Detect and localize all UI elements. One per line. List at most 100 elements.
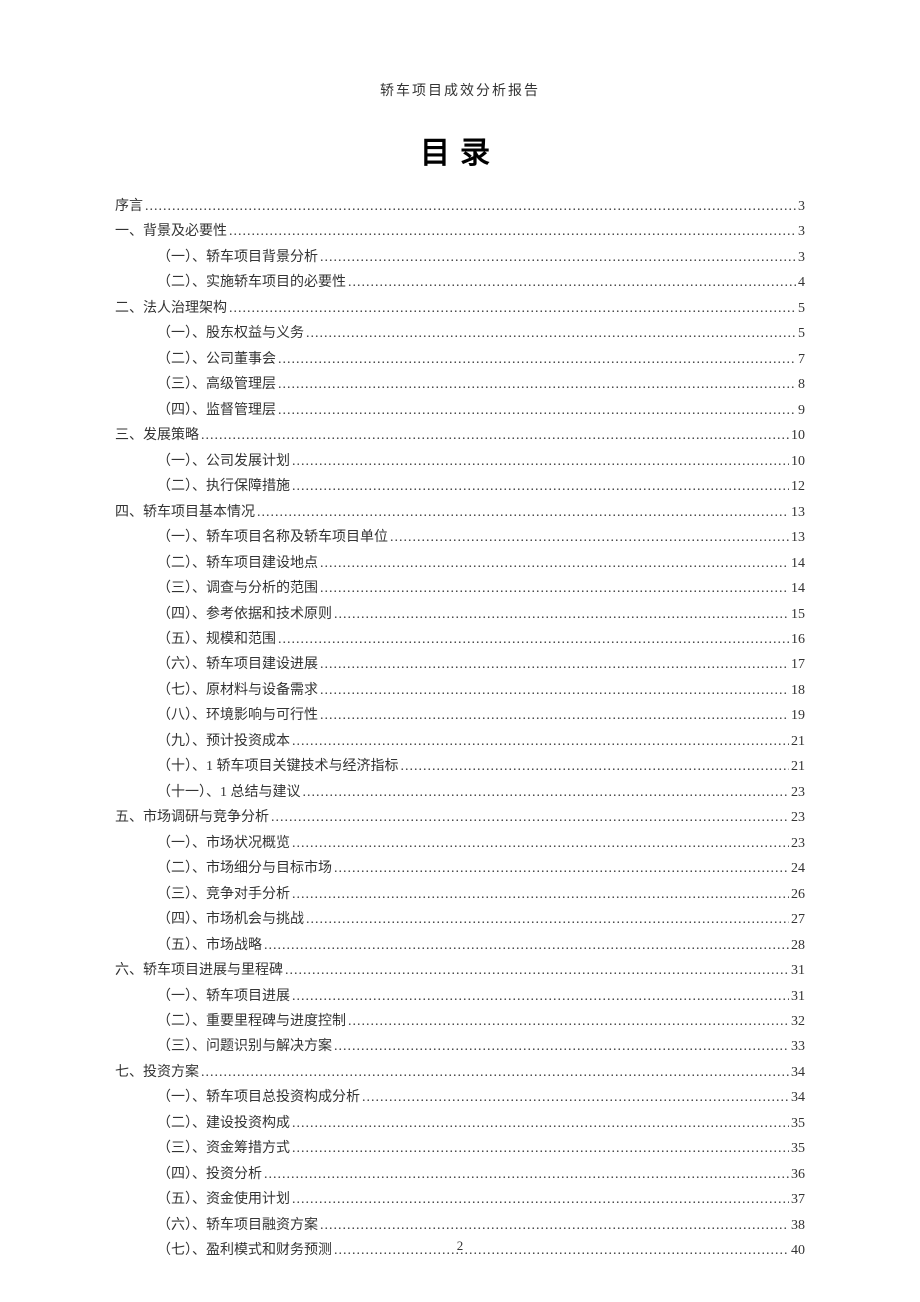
toc-entry-page: 10 bbox=[791, 449, 805, 474]
toc-leader-dots bbox=[390, 525, 789, 550]
toc-leader-dots bbox=[320, 245, 796, 270]
toc-entry-page: 34 bbox=[791, 1060, 805, 1085]
page-container: 轿车项目成效分析报告 目录 序言3一、背景及必要性3（一）、轿车项目背景分析3（… bbox=[0, 0, 920, 1264]
toc-entry[interactable]: 四、轿车项目基本情况13 bbox=[115, 500, 805, 525]
toc-leader-dots bbox=[320, 703, 789, 728]
toc-entry[interactable]: （三）、调查与分析的范围14 bbox=[115, 576, 805, 601]
toc-entry-page: 19 bbox=[791, 703, 805, 728]
toc-entry[interactable]: （二）、重要里程碑与进度控制 32 bbox=[115, 1009, 805, 1034]
toc-entry[interactable]: （十）、1 轿车项目关键技术与经济指标21 bbox=[115, 754, 805, 779]
toc-entry[interactable]: （四）、市场机会与挑战27 bbox=[115, 907, 805, 932]
toc-entry[interactable]: （六）、轿车项目融资方案38 bbox=[115, 1213, 805, 1238]
toc-leader-dots bbox=[334, 602, 789, 627]
toc-leader-dots bbox=[401, 754, 790, 779]
toc-leader-dots bbox=[292, 1111, 789, 1136]
toc-entry-label: （六）、轿车项目建设进展 bbox=[157, 652, 318, 677]
toc-entry-label: （二）、执行保障措施 bbox=[157, 474, 290, 499]
toc-entry[interactable]: （三）、问题识别与解决方案33 bbox=[115, 1034, 805, 1059]
toc-entry-page: 16 bbox=[791, 627, 805, 652]
toc-entry[interactable]: 二、法人治理架构5 bbox=[115, 296, 805, 321]
toc-entry-label: （一）、轿车项目名称及轿车项目单位 bbox=[157, 525, 388, 550]
toc-entry-page: 3 bbox=[798, 194, 805, 219]
toc-leader-dots bbox=[278, 347, 796, 372]
toc-entry[interactable]: （四）、监督管理层9 bbox=[115, 398, 805, 423]
toc-entry-page: 31 bbox=[791, 958, 805, 983]
toc-entry[interactable]: （四）、参考依据和技术原则15 bbox=[115, 602, 805, 627]
toc-entry[interactable]: （十一）、1 总结与建议23 bbox=[115, 780, 805, 805]
toc-leader-dots bbox=[285, 958, 789, 983]
toc-entry[interactable]: （一）、轿车项目名称及轿车项目单位13 bbox=[115, 525, 805, 550]
toc-entry[interactable]: 五、市场调研与竞争分析 23 bbox=[115, 805, 805, 830]
toc-leader-dots bbox=[303, 780, 790, 805]
toc-entry-page: 14 bbox=[791, 551, 805, 576]
toc-entry[interactable]: （一）、轿车项目进展31 bbox=[115, 984, 805, 1009]
toc-entry-page: 10 bbox=[791, 423, 805, 448]
toc-entry[interactable]: （一）、轿车项目总投资构成分析34 bbox=[115, 1085, 805, 1110]
toc-leader-dots bbox=[320, 551, 789, 576]
toc-entry-page: 23 bbox=[791, 805, 805, 830]
toc-entry[interactable]: （二）、公司董事会7 bbox=[115, 347, 805, 372]
toc-entry-label: 五、市场调研与竞争分析 bbox=[115, 805, 269, 830]
toc-leader-dots bbox=[306, 321, 796, 346]
toc-entry[interactable]: 序言3 bbox=[115, 194, 805, 219]
toc-leader-dots bbox=[362, 1085, 789, 1110]
toc-entry-label: （四）、市场机会与挑战 bbox=[157, 907, 304, 932]
toc-entry-label: （五）、资金使用计划 bbox=[157, 1187, 290, 1212]
toc-entry[interactable]: （一）、市场状况概览23 bbox=[115, 831, 805, 856]
toc-entry[interactable]: 三、发展策略10 bbox=[115, 423, 805, 448]
toc-entry-label: （一）、公司发展计划 bbox=[157, 449, 290, 474]
toc-entry-page: 13 bbox=[791, 500, 805, 525]
toc-entry[interactable]: （九）、预计投资成本21 bbox=[115, 729, 805, 754]
toc-entry[interactable]: （六）、轿车项目建设进展17 bbox=[115, 652, 805, 677]
toc-entry[interactable]: （八）、环境影响与可行性19 bbox=[115, 703, 805, 728]
toc-entry-page: 21 bbox=[791, 754, 805, 779]
toc-entry-label: （二）、重要里程碑与进度控制 bbox=[157, 1009, 346, 1034]
toc-entry-page: 26 bbox=[791, 882, 805, 907]
toc-entry[interactable]: （四）、投资分析 36 bbox=[115, 1162, 805, 1187]
toc-entry[interactable]: （一）、公司发展计划 10 bbox=[115, 449, 805, 474]
toc-entry[interactable]: （五）、规模和范围16 bbox=[115, 627, 805, 652]
toc-leader-dots bbox=[229, 219, 796, 244]
toc-entry[interactable]: （二）、轿车项目建设地点14 bbox=[115, 551, 805, 576]
toc-entry[interactable]: （三）、竞争对手分析26 bbox=[115, 882, 805, 907]
toc-entry[interactable]: （七）、原材料与设备需求 18 bbox=[115, 678, 805, 703]
toc-entry[interactable]: 七、投资方案34 bbox=[115, 1060, 805, 1085]
toc-entry-page: 32 bbox=[791, 1009, 805, 1034]
toc-leader-dots bbox=[145, 194, 796, 219]
toc-entry[interactable]: （二）、市场细分与目标市场24 bbox=[115, 856, 805, 881]
toc-entry[interactable]: （二）、实施轿车项目的必要性4 bbox=[115, 270, 805, 295]
toc-entry-page: 7 bbox=[798, 347, 805, 372]
toc-entry[interactable]: （五）、市场战略28 bbox=[115, 933, 805, 958]
toc-entry[interactable]: （一）、股东权益与义务 5 bbox=[115, 321, 805, 346]
toc-entry-page: 5 bbox=[798, 296, 805, 321]
toc-entry[interactable]: （二）、建设投资构成35 bbox=[115, 1111, 805, 1136]
toc-entry[interactable]: （二）、执行保障措施12 bbox=[115, 474, 805, 499]
table-of-contents: 序言3一、背景及必要性3（一）、轿车项目背景分析3（二）、实施轿车项目的必要性4… bbox=[115, 194, 805, 1264]
toc-entry-page: 36 bbox=[791, 1162, 805, 1187]
toc-entry-label: 一、背景及必要性 bbox=[115, 219, 227, 244]
toc-entry-label: （四）、投资分析 bbox=[157, 1162, 262, 1187]
toc-entry[interactable]: 六、轿车项目进展与里程碑31 bbox=[115, 958, 805, 983]
toc-entry-label: （三）、问题识别与解决方案 bbox=[157, 1034, 332, 1059]
toc-entry-page: 18 bbox=[791, 678, 805, 703]
toc-leader-dots bbox=[292, 882, 789, 907]
toc-entry-page: 24 bbox=[791, 856, 805, 881]
toc-entry-page: 5 bbox=[798, 321, 805, 346]
toc-entry-page: 4 bbox=[798, 270, 805, 295]
toc-entry[interactable]: 一、背景及必要性3 bbox=[115, 219, 805, 244]
toc-entry-page: 3 bbox=[798, 245, 805, 270]
toc-leader-dots bbox=[292, 729, 789, 754]
toc-entry-page: 31 bbox=[791, 984, 805, 1009]
toc-entry[interactable]: （一）、轿车项目背景分析3 bbox=[115, 245, 805, 270]
toc-leader-dots bbox=[292, 984, 789, 1009]
toc-entry-label: （十一）、1 总结与建议 bbox=[157, 780, 301, 805]
toc-entry-page: 35 bbox=[791, 1136, 805, 1161]
toc-entry-label: （九）、预计投资成本 bbox=[157, 729, 290, 754]
toc-leader-dots bbox=[201, 1060, 789, 1085]
toc-entry-label: （七）、原材料与设备需求 bbox=[157, 678, 318, 703]
toc-entry[interactable]: （三）、高级管理层8 bbox=[115, 372, 805, 397]
toc-entry[interactable]: （五）、资金使用计划37 bbox=[115, 1187, 805, 1212]
toc-entry[interactable]: （三）、资金筹措方式35 bbox=[115, 1136, 805, 1161]
toc-entry-label: （一）、股东权益与义务 bbox=[157, 321, 304, 346]
toc-entry-page: 35 bbox=[791, 1111, 805, 1136]
